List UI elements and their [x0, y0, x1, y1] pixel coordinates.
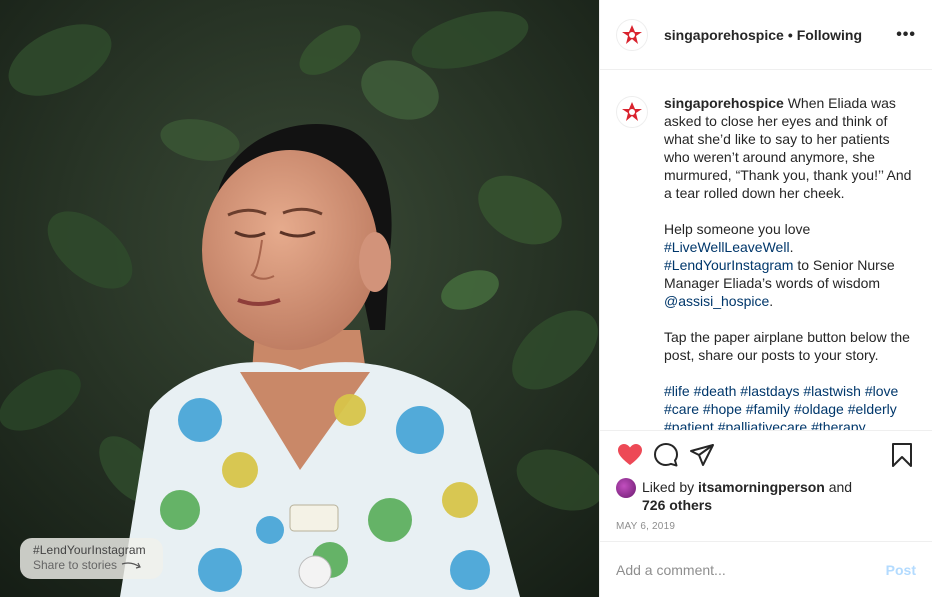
action-bar	[600, 430, 932, 478]
more-options-icon[interactable]: •••	[896, 26, 916, 44]
save-button[interactable]	[884, 435, 920, 475]
singapore-hospice-logo-icon	[620, 100, 644, 124]
post-side-panel: singaporehospice • Following ••• singapo…	[599, 0, 932, 597]
hashtag-link[interactable]: #lastdays	[740, 383, 799, 399]
hashtag-link[interactable]: #love	[865, 383, 898, 399]
photo-illustration	[0, 0, 599, 597]
share-to-stories-chip[interactable]: #LendYourInstagram Share to stories	[20, 538, 163, 579]
comment-button[interactable]	[648, 435, 684, 475]
header-separator: •	[787, 26, 793, 43]
hashtag-link[interactable]: #family	[746, 401, 790, 417]
post-date[interactable]: MAY 6, 2019	[600, 516, 932, 537]
hashtag-link[interactable]: #life	[664, 383, 690, 399]
following-button[interactable]: Following	[797, 27, 862, 43]
share-chip-sub-label: Share to stories	[33, 558, 118, 572]
hashtag-link[interactable]: #palliativecare	[718, 419, 808, 430]
share-chip-sub: Share to stories	[33, 558, 150, 573]
curved-arrow-icon	[121, 561, 141, 569]
mention-link[interactable]: @assisi_hospice	[664, 293, 769, 309]
hashtag-link[interactable]: #hope	[703, 401, 742, 417]
likes-others-link[interactable]: 726 others	[642, 497, 712, 513]
likes-summary: Liked by itsamorningperson and 726 other…	[600, 478, 932, 516]
caption-text-segment: .	[789, 239, 794, 255]
hashtag-link[interactable]: #therapy	[811, 419, 865, 430]
avatar[interactable]	[616, 18, 648, 51]
likes-connector: and	[824, 479, 853, 495]
post-photo[interactable]: #LendYourInstagram Share to stories	[0, 0, 599, 597]
caption-paragraph-3: Tap the paper airplane button below the …	[664, 329, 910, 363]
hashtag-link[interactable]: #patient	[664, 419, 714, 430]
share-chip-hashtag: #LendYourInstagram	[33, 543, 146, 557]
hashtag-link[interactable]: #elderly	[848, 401, 897, 417]
hashtag-link[interactable]: #LiveWellLeaveWell	[664, 239, 790, 255]
instagram-post: #LendYourInstagram Share to stories sing…	[0, 0, 932, 597]
caption-text-segment: .	[769, 293, 774, 309]
likes-prefix: Liked by	[642, 479, 699, 495]
singapore-hospice-logo-icon	[620, 22, 644, 47]
hashtag-link[interactable]: #lastwish	[803, 383, 861, 399]
likes-text: Liked by itsamorningperson and 726 other…	[642, 478, 852, 514]
hashtag-list: #life #death #lastdays #lastwish #love #…	[664, 382, 916, 430]
hashtag-link[interactable]: #death	[694, 383, 737, 399]
comment-bar: Post	[600, 541, 932, 597]
liker-avatar[interactable]	[616, 478, 636, 498]
post-header: singaporehospice • Following •••	[600, 0, 932, 70]
caption-username[interactable]: singaporehospice	[664, 95, 784, 111]
liker-username[interactable]: itsamorningperson	[698, 479, 825, 495]
comment-icon	[654, 442, 678, 466]
caption-text: singaporehospice When Eliada was asked t…	[664, 94, 916, 430]
caption-paragraph-2: Help someone you love #LiveWellLeaveWell…	[664, 220, 916, 310]
hashtag-link[interactable]: #oldage	[794, 401, 844, 417]
header-username[interactable]: singaporehospice	[664, 27, 784, 43]
post-comment-button[interactable]: Post	[886, 562, 916, 578]
like-button[interactable]	[612, 435, 648, 475]
hashtag-link[interactable]: #care	[664, 401, 699, 417]
caption-paragraph-1: singaporehospice When Eliada was asked t…	[664, 94, 916, 202]
comment-input[interactable]	[616, 561, 886, 578]
caption-text-segment: Help someone you love	[664, 221, 811, 237]
heart-filled-icon	[618, 443, 642, 465]
paper-plane-icon	[690, 443, 714, 466]
caption-area[interactable]: singaporehospice When Eliada was asked t…	[600, 70, 932, 430]
avatar[interactable]	[616, 96, 648, 128]
hashtag-link[interactable]: #LendYourInstagram	[664, 257, 793, 273]
bookmark-icon	[892, 442, 912, 467]
share-button[interactable]	[684, 435, 720, 475]
